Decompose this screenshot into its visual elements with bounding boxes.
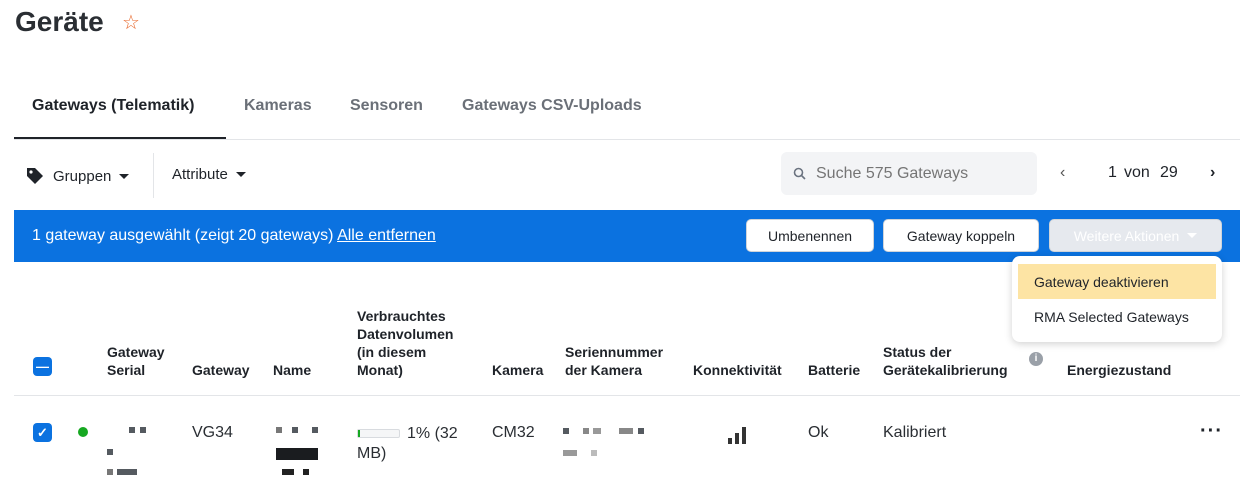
tab-sensoren[interactable]: Sensoren bbox=[350, 97, 423, 115]
more-actions-label: Weitere Aktionen bbox=[1073, 227, 1180, 244]
header-connectivity[interactable]: Konnektivität bbox=[693, 361, 782, 379]
header-camera-serial[interactable]: Seriennummer der Kamera bbox=[565, 343, 680, 379]
tab-csv-uploads[interactable]: Gateways CSV-Uploads bbox=[462, 97, 642, 115]
tab-kameras[interactable]: Kameras bbox=[244, 97, 312, 115]
groups-label: Gruppen bbox=[53, 167, 112, 185]
more-actions-button[interactable]: Weitere Aktionen bbox=[1049, 219, 1222, 252]
search-input[interactable] bbox=[816, 164, 1016, 183]
prev-page-button[interactable]: ‹ bbox=[1060, 164, 1065, 182]
clear-selection-link[interactable]: Alle entfernen bbox=[337, 227, 436, 244]
active-tab-indicator bbox=[14, 137, 226, 139]
row-checkbox[interactable]: ✓ bbox=[33, 423, 52, 442]
redacted-serial bbox=[107, 427, 157, 477]
header-battery[interactable]: Batterie bbox=[808, 361, 860, 379]
header-name[interactable]: Name bbox=[273, 361, 311, 379]
calibration-status: Kalibriert bbox=[883, 424, 947, 441]
page-total: 29 bbox=[1160, 164, 1178, 181]
redacted-camera-serial bbox=[563, 428, 653, 458]
caret-down-icon bbox=[235, 172, 246, 177]
star-icon[interactable]: ☆ bbox=[122, 10, 140, 35]
select-all-checkbox[interactable]: — bbox=[33, 357, 52, 376]
menu-item-rma[interactable]: RMA Selected Gateways bbox=[1018, 299, 1216, 334]
caret-down-icon bbox=[1187, 233, 1198, 238]
more-actions-menu: Gateway deaktivieren RMA Selected Gatewa… bbox=[1012, 256, 1222, 342]
menu-item-deactivate[interactable]: Gateway deaktivieren bbox=[1018, 264, 1216, 299]
header-serial[interactable]: Gateway Serial bbox=[107, 343, 182, 379]
rename-button[interactable]: Umbenennen bbox=[746, 219, 874, 252]
data-volume-text: 1% (32 MB) bbox=[357, 425, 458, 462]
search-box[interactable] bbox=[781, 152, 1037, 195]
tab-gateways[interactable]: Gateways (Telematik) bbox=[32, 97, 194, 115]
page-of: von bbox=[1124, 164, 1150, 181]
pair-gateway-button[interactable]: Gateway koppeln bbox=[883, 219, 1039, 252]
caret-down-icon bbox=[119, 173, 130, 179]
camera-model: CM32 bbox=[492, 424, 535, 441]
tag-icon bbox=[27, 168, 43, 184]
header-data-volume[interactable]: Verbrauchtes Datenvolumen (in diesem Mon… bbox=[357, 307, 472, 379]
tab-divider bbox=[14, 139, 1240, 140]
signal-bars-icon bbox=[728, 427, 746, 444]
selection-text: 1 gateway ausgewählt (zeigt 20 gateways)… bbox=[32, 227, 436, 245]
header-camera[interactable]: Kamera bbox=[492, 361, 543, 379]
row-more-icon[interactable]: ··· bbox=[1200, 420, 1223, 443]
search-icon bbox=[793, 167, 806, 180]
page-current: 1 bbox=[1108, 164, 1117, 181]
redacted-name bbox=[270, 427, 335, 477]
info-icon[interactable]: i bbox=[1029, 352, 1043, 366]
attributes-label: Attribute bbox=[172, 166, 228, 183]
header-gateway[interactable]: Gateway bbox=[192, 361, 250, 379]
header-energy[interactable]: Energiezustand bbox=[1067, 361, 1171, 379]
attributes-dropdown[interactable]: Attribute bbox=[172, 166, 246, 183]
battery-status: Ok bbox=[808, 424, 829, 441]
header-divider bbox=[14, 395, 1240, 396]
status-dot bbox=[78, 427, 88, 437]
page-title: Geräte bbox=[15, 6, 104, 37]
groups-dropdown[interactable]: Gruppen bbox=[25, 166, 130, 186]
selection-count: 1 gateway ausgewählt (zeigt 20 gateways) bbox=[32, 227, 334, 244]
toolbar-divider bbox=[153, 153, 154, 198]
next-page-button[interactable]: › bbox=[1210, 164, 1215, 182]
header-calibration[interactable]: Status der Gerätekalibrierung bbox=[883, 343, 1028, 379]
gateway-model: VG34 bbox=[192, 424, 233, 441]
